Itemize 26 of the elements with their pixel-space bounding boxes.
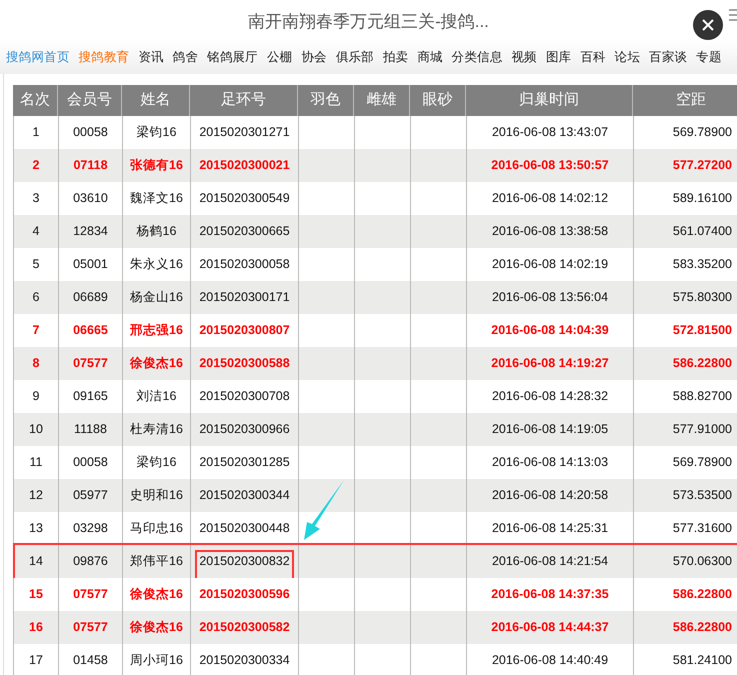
arrow-annotation <box>303 479 345 541</box>
nav-link[interactable]: 商城 <box>417 48 443 66</box>
nav-link[interactable]: 百科 <box>580 48 606 66</box>
nav-link[interactable]: 资讯 <box>138 48 164 66</box>
nav-link[interactable]: 协会 <box>301 48 327 66</box>
table-cell: 581.24100 <box>633 644 737 675</box>
menu-icon[interactable] <box>729 9 737 21</box>
nav-link[interactable]: 分类信息 <box>452 48 502 66</box>
nav-link[interactable]: 俱乐部 <box>336 48 374 66</box>
nav-link[interactable]: 视频 <box>512 48 537 66</box>
table-cell: 2015020300334 <box>190 644 298 675</box>
table-cell: 2016-06-08 14:40:49 <box>466 644 633 675</box>
table-cell: 周小珂16 <box>122 644 190 675</box>
page-title: 南开南翔春季万元组三关-搜鸽... <box>248 11 489 34</box>
nav-link[interactable]: 专题 <box>696 48 722 66</box>
table-cell: 17 <box>13 644 58 675</box>
close-icon <box>702 19 714 31</box>
close-button[interactable] <box>693 10 723 40</box>
nav-link[interactable]: 铭鸽展厅 <box>207 48 258 66</box>
nav-link[interactable]: 图库 <box>546 48 572 66</box>
nav-link[interactable]: 百家谈 <box>649 48 688 66</box>
nav-link[interactable]: 鸽舍 <box>172 48 198 66</box>
table-cell: 01458 <box>58 644 122 675</box>
nav-link[interactable]: 论坛 <box>614 48 640 66</box>
nav-link[interactable]: 拍卖 <box>382 48 408 66</box>
nav-link[interactable]: 公棚 <box>266 48 292 66</box>
